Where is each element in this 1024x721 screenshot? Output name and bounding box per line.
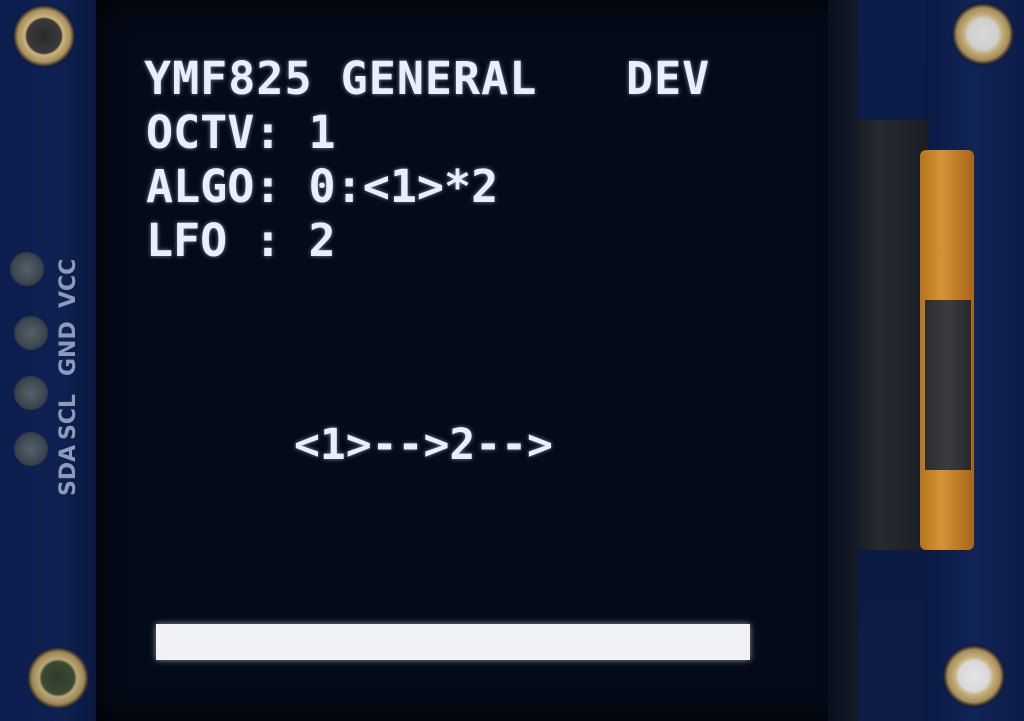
pin-pad-scl [14, 376, 48, 410]
oled-octave: OCTV: 1 [146, 106, 336, 159]
oled-level-bar-fill [156, 624, 750, 660]
mounting-hole-bottom-right [942, 644, 1006, 708]
pin-pad-vcc [10, 252, 44, 286]
mounting-hole-top-left [12, 4, 76, 68]
pin-label-sda: SDA [56, 444, 81, 496]
pin-pad-gnd [14, 316, 48, 350]
pin-label-group: VCC GND SCL SDA [52, 244, 92, 496]
oled-glass-edge [828, 0, 858, 721]
oled-module-photo: VCC GND SCL SDA YMF825 GENERAL DEV OCTV:… [0, 0, 1024, 721]
mounting-hole-bottom-left [26, 646, 90, 710]
oled-display: YMF825 GENERAL DEV OCTV: 1 ALGO: 0:<1>*2… [140, 44, 760, 674]
pin-label-gnd: GND [56, 321, 81, 376]
oled-title: YMF825 GENERAL [144, 52, 538, 105]
mounting-hole-top-right [951, 2, 1015, 66]
oled-algorithm-diagram: <1>-->2--> [294, 420, 553, 470]
pin-pad-sda [14, 432, 48, 466]
flex-cable-stiffener [925, 300, 971, 470]
oled-algorithm: ALGO: 0:<1>*2 [146, 160, 499, 213]
pin-label-scl: SCL [56, 393, 81, 440]
oled-level-bar [156, 624, 750, 660]
oled-lfo: LFO : 2 [146, 214, 336, 267]
oled-mode: DEV [626, 52, 711, 105]
pin-label-vcc: VCC [56, 258, 81, 308]
ribbon-connector [848, 120, 928, 550]
